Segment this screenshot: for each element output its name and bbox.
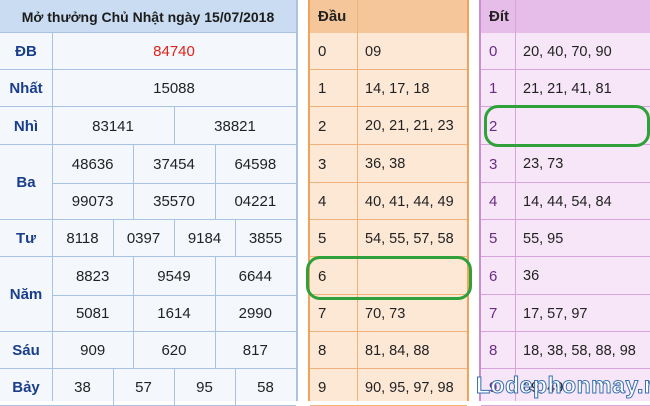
dit-head: 0	[489, 43, 498, 60]
prize-label: Năm	[9, 286, 43, 303]
dit-values: 23, 73	[523, 156, 564, 172]
prize-label: ĐB	[15, 43, 37, 60]
prize-number: 9549	[157, 267, 191, 285]
prize-number: 1614	[157, 305, 191, 322]
col-divider	[214, 183, 216, 220]
dit-head: 1	[489, 80, 498, 97]
prize-number: 9184	[187, 230, 222, 247]
dau-values: 81, 84, 88	[365, 342, 430, 359]
dit-values: 55, 95	[523, 230, 564, 247]
prize-number: 35570	[153, 193, 195, 210]
prize-number: 84740	[153, 43, 195, 60]
prize-number: 3855	[248, 230, 283, 247]
dit-values: 21, 21, 41, 81	[523, 80, 612, 97]
dau-head: 0	[318, 43, 327, 60]
dau-head: 2	[318, 117, 327, 135]
prize-number: 58	[257, 379, 274, 396]
col-divider	[133, 295, 135, 332]
prize-label: Tư	[15, 230, 37, 247]
dit-head: 4	[489, 193, 498, 210]
col-divider	[214, 332, 216, 369]
prize-number: 2990	[238, 305, 272, 322]
dau-values: 09	[365, 43, 382, 60]
dau-values: 90, 95, 97, 98	[365, 379, 454, 396]
prize-number: 95	[196, 379, 213, 396]
dau-head: 4	[318, 193, 327, 210]
dau-values: 20, 21, 21, 23	[365, 118, 454, 134]
dau-values: 70, 73	[365, 305, 406, 322]
dit-head: 6	[489, 267, 498, 285]
prize-number: 38821	[214, 117, 256, 135]
dau-head: 7	[318, 305, 327, 322]
col-divider	[133, 332, 135, 369]
dau-head: 3	[318, 155, 327, 173]
prize-label: Bảy	[12, 379, 40, 396]
subrow-divider	[52, 295, 296, 296]
prize-number: 57	[135, 379, 152, 396]
col-divider	[235, 369, 236, 406]
prize-number: 99073	[71, 193, 114, 210]
prize-number: 909	[80, 342, 106, 359]
dau-head: 5	[318, 230, 327, 247]
results-title: Mở thưởng Chủ Nhật ngày 15/07/2018	[21, 8, 275, 25]
col-divider	[133, 145, 135, 183]
col-divider	[113, 369, 114, 406]
dau-values: 14, 17, 18	[365, 80, 430, 97]
dau-values: 54, 55, 57, 58	[365, 230, 454, 247]
dit-values: 18, 38, 58, 88, 98	[523, 342, 636, 359]
prize-number: 04221	[234, 193, 277, 210]
col-divider	[133, 183, 135, 220]
prize-number: 37454	[153, 155, 195, 173]
dit-head: 5	[489, 230, 498, 247]
dau-values: 36, 38	[365, 156, 406, 172]
watermark: Lodephonmay.net	[476, 372, 650, 399]
dit-head: 8	[489, 342, 498, 359]
col-divider	[174, 369, 175, 406]
prize-number: 6644	[238, 267, 272, 285]
dau-head: 1	[318, 80, 327, 97]
dau-head: 9	[318, 379, 327, 396]
dau-values: 40, 41, 44, 49	[365, 193, 454, 210]
prize-number: 0397	[126, 230, 161, 247]
prize-number: 83141	[92, 117, 134, 135]
prize-label: Nhất	[9, 80, 43, 97]
dit-values: 36	[523, 268, 540, 284]
col-divider	[174, 107, 175, 145]
highlight-dau-6	[306, 256, 472, 300]
prize-label: Nhì	[13, 117, 39, 135]
prize-number: 64598	[234, 155, 277, 173]
col-divider	[214, 295, 216, 332]
prize-label: Ba	[16, 174, 36, 191]
prize-number: 48636	[71, 155, 114, 173]
dau-head: 8	[318, 342, 327, 359]
prize-number: 8823	[75, 267, 110, 285]
col-divider	[214, 257, 216, 295]
dit-head: 7	[489, 305, 498, 322]
dit-values: 17, 57, 97	[523, 305, 588, 322]
col-divider	[113, 220, 114, 257]
subrow-divider	[52, 183, 296, 184]
col-divider	[133, 257, 135, 295]
dit-head: 3	[489, 155, 498, 173]
prize-number: 620	[161, 342, 187, 359]
col-divider	[235, 220, 236, 257]
col-divider	[174, 220, 175, 257]
highlight-dit-2	[484, 105, 650, 147]
prize-number: 15088	[153, 80, 195, 97]
dit-header: Đít	[489, 8, 509, 25]
dit-values: 20, 40, 70, 90	[523, 43, 612, 60]
prize-number: 817	[242, 342, 268, 359]
label-divider	[52, 33, 53, 401]
prize-label: Sáu	[12, 342, 40, 359]
prize-number: 38	[74, 379, 91, 396]
prize-number: 8118	[66, 230, 99, 247]
dit-values: 14, 44, 54, 84	[523, 193, 612, 210]
prize-number: 5081	[75, 305, 110, 322]
dau-header: Đầu	[318, 8, 347, 25]
col-divider	[214, 145, 216, 183]
